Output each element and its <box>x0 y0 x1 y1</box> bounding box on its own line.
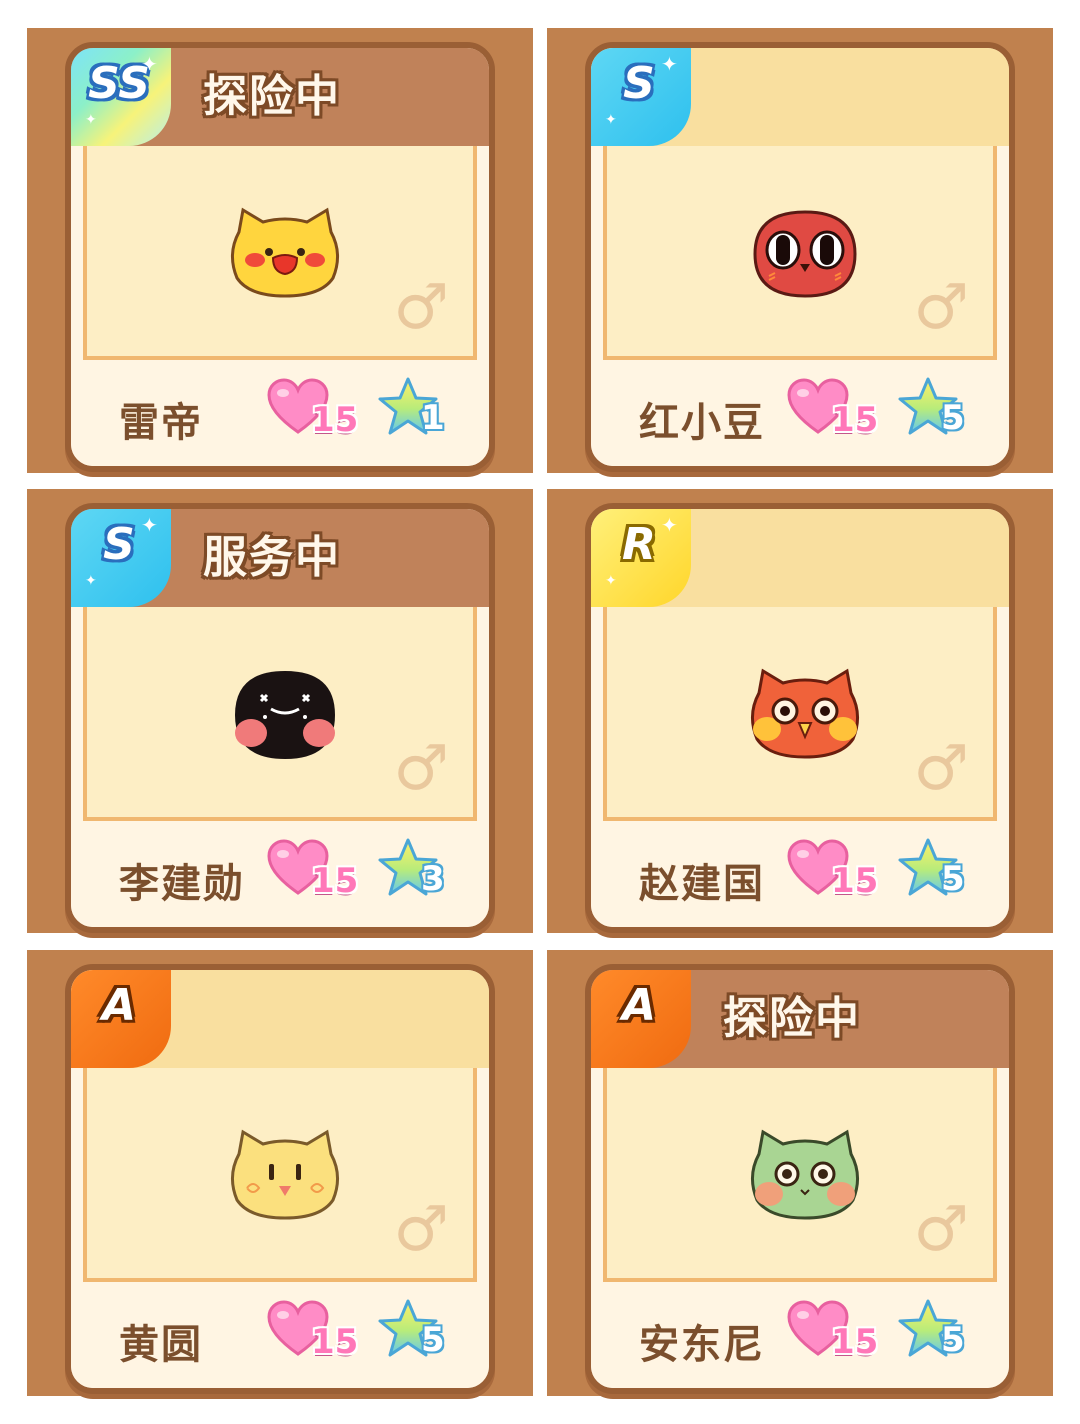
pet-card-cell[interactable]: 探险中 A ♂ 安东尼 15 5 <box>547 950 1053 1396</box>
male-gender-icon: ♂ <box>913 731 969 804</box>
pet-name: 黄圆 <box>119 1322 203 1368</box>
pet-stage: ♂ <box>83 146 477 360</box>
red-owl-pet-icon <box>751 668 859 759</box>
rank-label: A <box>621 980 657 1031</box>
sparkle-icon: ✦ <box>605 112 617 128</box>
pet-card-cell[interactable]: S ✦ ✦ ♂ 红小豆 15 5 <box>547 28 1053 473</box>
male-gender-icon: ♂ <box>913 270 969 343</box>
rank-badge: A <box>591 970 691 1068</box>
red-bean-pet-icon <box>753 210 857 298</box>
heart-value: 15 <box>311 400 359 440</box>
sparkle-icon: ✦ <box>661 52 678 76</box>
star-value: 5 <box>941 398 965 438</box>
card-footer: 李建勋 15 3 <box>71 823 489 927</box>
heart-count: 15 <box>787 839 887 909</box>
star-value: 3 <box>421 859 445 899</box>
pet-stage: ♂ <box>603 146 997 360</box>
pet-stage: ♂ <box>83 1068 477 1282</box>
rank-badge: A <box>71 970 171 1068</box>
pet-card[interactable]: S ✦ ✦ ♂ 红小豆 15 5 <box>585 42 1015 472</box>
heart-count: 15 <box>787 1300 887 1370</box>
male-gender-icon: ♂ <box>393 731 449 804</box>
rank-badge: S ✦ ✦ <box>71 509 171 607</box>
heart-count: 15 <box>267 839 367 909</box>
sparkle-icon: ✦ <box>85 112 97 128</box>
heart-count: 15 <box>787 378 887 448</box>
male-gender-icon: ♂ <box>393 1192 449 1265</box>
pet-card-cell[interactable]: 服务中 S ✦ ✦ ♂ 李建勋 15 3 <box>27 489 533 933</box>
heart-count: 15 <box>267 378 367 448</box>
pet-name: 红小豆 <box>639 400 765 446</box>
pet-stage: ♂ <box>603 607 997 821</box>
sparkle-icon: ✦ <box>85 573 97 589</box>
pet-card[interactable]: 探险中 SS ✦ ✦ ♂ 雷帝 15 1 <box>65 42 495 472</box>
pet-name: 雷帝 <box>119 400 203 446</box>
sparkle-icon: ✦ <box>661 513 678 537</box>
pet-card-cell[interactable]: A ♂ 黄圆 15 5 <box>27 950 533 1396</box>
star-count: 5 <box>897 1298 997 1370</box>
star-value: 5 <box>941 1320 965 1360</box>
card-footer: 红小豆 15 5 <box>591 362 1009 466</box>
pet-name: 李建勋 <box>119 861 245 907</box>
card-footer: 安东尼 15 5 <box>591 1284 1009 1388</box>
pet-card-grid: 探险中 SS ✦ ✦ ♂ 雷帝 15 1 S ✦ ✦ ♂ 红小豆 15 5 服务… <box>0 0 1080 1424</box>
star-count: 5 <box>377 1298 477 1370</box>
star-count: 5 <box>897 837 997 909</box>
pet-card[interactable]: R ✦ ✦ ♂ 赵建国 15 5 <box>585 503 1015 933</box>
star-value: 5 <box>421 1320 445 1360</box>
star-count: 5 <box>897 376 997 448</box>
card-footer: 黄圆 15 5 <box>71 1284 489 1388</box>
green-cat-pet-icon <box>751 1129 859 1220</box>
sparkle-icon: ✦ <box>605 573 617 589</box>
rank-badge: R ✦ ✦ <box>591 509 691 607</box>
pet-stage: ♂ <box>603 1068 997 1282</box>
heart-value: 15 <box>311 861 359 901</box>
heart-count: 15 <box>267 1300 367 1370</box>
pet-name: 赵建国 <box>639 861 765 907</box>
pet-stage: ♂ <box>83 607 477 821</box>
status-label: 探险中 <box>723 993 861 1044</box>
sparkle-icon: ✦ <box>141 52 158 76</box>
star-count: 3 <box>377 837 477 909</box>
rank-label: A <box>101 980 137 1031</box>
status-label: 探险中 <box>203 71 341 122</box>
yellow-cat-pet-icon <box>231 207 339 298</box>
star-value: 5 <box>941 859 965 899</box>
heart-value: 15 <box>831 400 879 440</box>
card-footer: 赵建国 15 5 <box>591 823 1009 927</box>
pet-card[interactable]: 服务中 S ✦ ✦ ♂ 李建勋 15 3 <box>65 503 495 933</box>
pet-card-cell[interactable]: R ✦ ✦ ♂ 赵建国 15 5 <box>547 489 1053 933</box>
star-count: 1 <box>377 376 477 448</box>
pet-card[interactable]: 探险中 A ♂ 安东尼 15 5 <box>585 964 1015 1394</box>
black-ball-pet-icon <box>235 671 335 759</box>
pet-card-cell[interactable]: 探险中 SS ✦ ✦ ♂ 雷帝 15 1 <box>27 28 533 473</box>
male-gender-icon: ♂ <box>913 1192 969 1265</box>
heart-value: 15 <box>831 861 879 901</box>
star-value: 1 <box>421 398 445 438</box>
status-label: 服务中 <box>203 532 341 583</box>
card-footer: 雷帝 15 1 <box>71 362 489 466</box>
rank-badge: SS ✦ ✦ <box>71 48 171 146</box>
rank-badge: S ✦ ✦ <box>591 48 691 146</box>
heart-value: 15 <box>831 1322 879 1362</box>
male-gender-icon: ♂ <box>393 270 449 343</box>
yellow-round-pet-icon <box>231 1129 339 1220</box>
pet-name: 安东尼 <box>639 1322 765 1368</box>
pet-card[interactable]: A ♂ 黄圆 15 5 <box>65 964 495 1394</box>
heart-value: 15 <box>311 1322 359 1362</box>
sparkle-icon: ✦ <box>141 513 158 537</box>
